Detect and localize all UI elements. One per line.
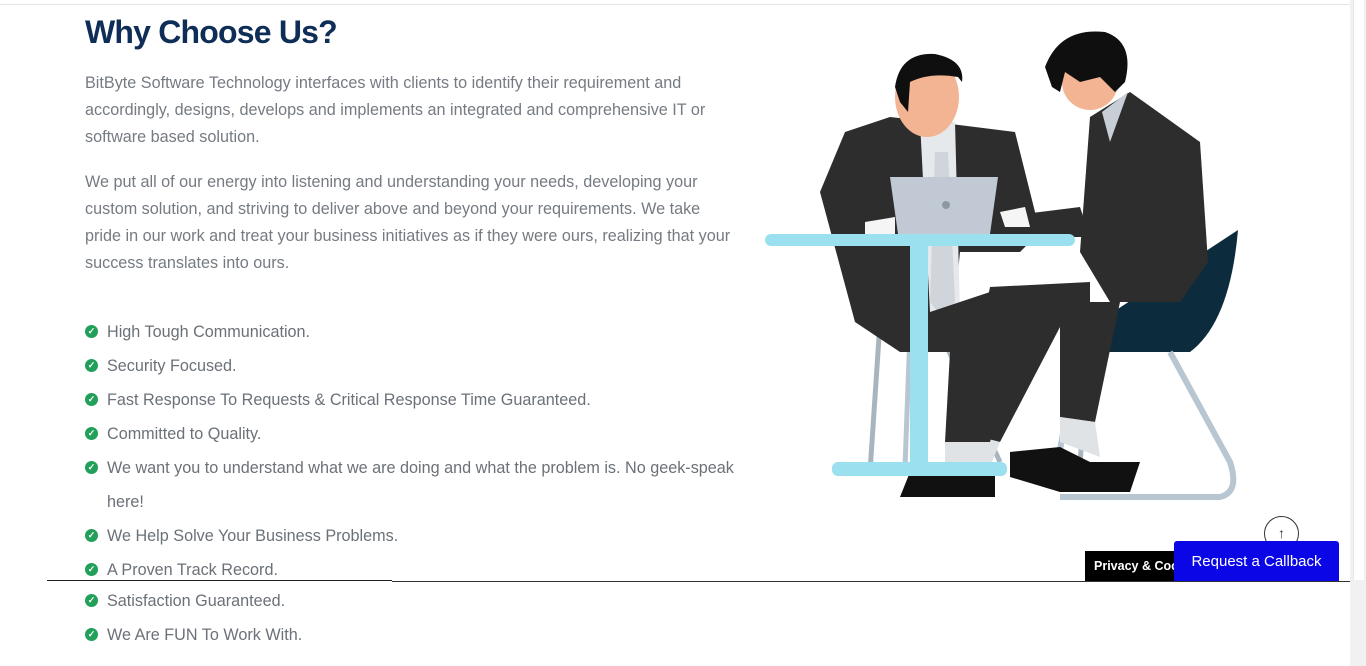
arrow-up-icon: ↑ <box>1278 525 1285 541</box>
intro-paragraph: BitByte Software Technology interfaces w… <box>85 74 706 146</box>
business-meeting-illustration <box>765 31 1238 500</box>
top-border <box>0 4 1350 5</box>
feature-item: ✓ We want you to understand what we are d… <box>85 451 735 519</box>
feature-item: ✓ Fast Response To Requests & Critical Re… <box>85 383 735 417</box>
check-circle-icon: ✓ <box>85 461 98 474</box>
feature-item: ✓ Security Focused. <box>85 349 735 383</box>
check-circle-icon: ✓ <box>85 359 98 372</box>
privacy-cookies-tab[interactable]: Privacy & Cookies Policy <box>1085 551 1185 581</box>
check-circle-icon: ✓ <box>85 529 98 542</box>
check-circle-icon: ✓ <box>85 325 98 338</box>
commitment-paragraph: We put all of our energy into listening … <box>85 173 731 272</box>
feature-list: ✓ High Tough Communication. ✓ Security Foc… <box>85 315 735 652</box>
overlay-divider <box>47 580 392 581</box>
feature-item: ✓ Committed to Quality. <box>85 417 735 451</box>
feature-item: ✓ High Tough Communication. <box>85 315 735 349</box>
request-callback-button[interactable]: Request a Callback <box>1174 541 1339 581</box>
check-circle-icon: ✓ <box>85 393 98 406</box>
page-scrollbar[interactable] <box>1350 0 1366 666</box>
feature-item: ✓ We Help Solve Your Business Problems. <box>85 519 735 553</box>
scrollbar-thumb[interactable] <box>1353 0 1364 580</box>
check-circle-icon: ✓ <box>85 594 98 607</box>
check-circle-icon: ✓ <box>85 628 98 641</box>
check-circle-icon: ✓ <box>85 427 98 440</box>
feature-item: ✓ We Are FUN To Work With. <box>85 618 735 652</box>
feature-item: ✓ Satisfaction Guaranteed. <box>85 584 735 618</box>
section-title: Why Choose Us? <box>85 14 338 50</box>
check-circle-icon: ✓ <box>85 563 98 576</box>
